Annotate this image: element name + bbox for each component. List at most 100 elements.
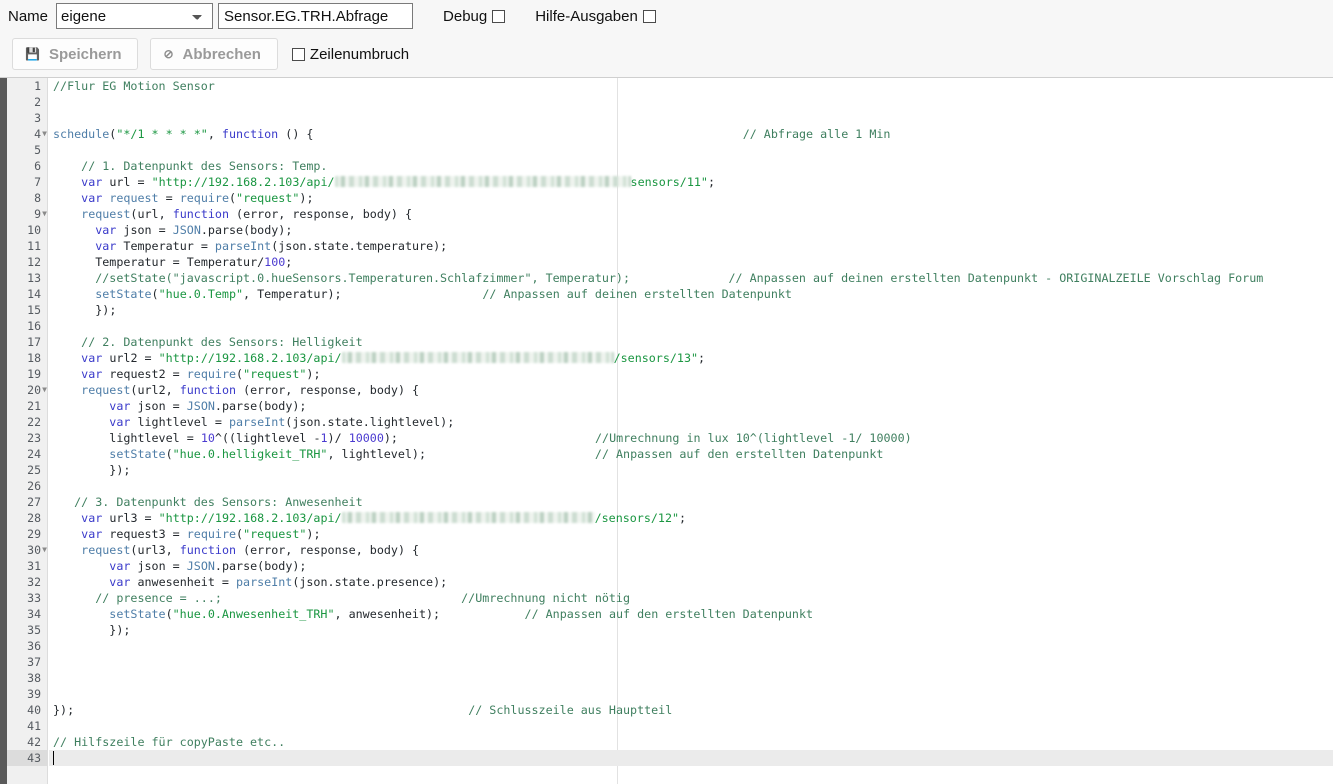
code-line[interactable]: 12 Temperatur = Temperatur/100; [0, 254, 1333, 270]
code-editor[interactable]: 1//Flur EG Motion Sensor 2 3 4 ▼ schedule("*/… [0, 78, 1333, 784]
code-line[interactable]: 14 setState("hue.0.Temp", Temperatur); /… [0, 286, 1333, 302]
code-line[interactable]: 4 ▼ schedule("*/1 * * * *", function () { … [0, 126, 1333, 142]
debug-label: Debug [443, 7, 488, 25]
line-number: 41 [27, 719, 41, 733]
code-line-text: Temperatur = Temperatur/100; [95, 255, 293, 269]
code-line[interactable]: 18 var url2 = "http://192.168.2.103/api/… [0, 350, 1333, 366]
code-line[interactable]: 24 setState("hue.0.helligkeit_TRH", ligh… [0, 446, 1333, 462]
line-number: 32 [27, 575, 41, 589]
wordwrap-checkbox[interactable] [291, 47, 305, 61]
line-number: 25 [27, 463, 41, 477]
code-line[interactable]: 41 [0, 718, 1333, 734]
code-line[interactable]: 21 var json = JSON.parse(body); [0, 398, 1333, 414]
code-line[interactable]: 13 //setState("javascript.0.hueSensors.T… [0, 270, 1333, 286]
save-button[interactable]: 💾 Speichern [12, 38, 139, 70]
code-line[interactable]: 42 // Hilfszeile für copyPaste etc.. [0, 734, 1333, 750]
editor-toolbar: Name eigene Debug Hilfe-Ausgaben 💾 Speic… [0, 0, 1333, 78]
code-line-text: var Temperatur = parseInt(json.state.tem… [95, 239, 448, 253]
line-number: 5 [34, 143, 41, 157]
code-line-text: var url3 = "http://192.168.2.103/api//se… [81, 511, 687, 525]
code-line[interactable]: 28 var url3 = "http://192.168.2.103/api/… [0, 510, 1333, 526]
line-number: 14 [27, 287, 41, 301]
code-line[interactable]: 15 }); [0, 302, 1333, 318]
debug-checkbox[interactable] [492, 9, 506, 23]
line-number: 40 [27, 703, 41, 717]
code-fold-toggle-icon[interactable]: ▼ [40, 126, 49, 142]
code-fold-toggle-icon[interactable]: ▼ [40, 206, 49, 222]
code-line[interactable]: 25 }); [0, 462, 1333, 478]
code-line[interactable]: 11 var Temperatur = parseInt(json.state.… [0, 238, 1333, 254]
redacted-api-key [341, 512, 595, 523]
code-line[interactable]: 26 [0, 478, 1333, 494]
code-line-text: lightlevel = 10^((lightlevel -1)/ 10000)… [109, 431, 912, 445]
code-line-text: var url = "http://192.168.2.103/api/sens… [81, 175, 715, 189]
code-line[interactable]: 39 [0, 686, 1333, 702]
code-line[interactable]: 1 //Flur EG Motion Sensor [0, 78, 1333, 94]
code-line[interactable]: 10 var json = JSON.parse(body); [0, 222, 1333, 238]
code-line-text: var json = JSON.parse(body); [109, 559, 307, 573]
line-number: 28 [27, 511, 41, 525]
help-output-checkbox[interactable] [642, 9, 656, 23]
line-number: 29 [27, 527, 41, 541]
line-number: 19 [27, 367, 41, 381]
code-line[interactable]: 2 [0, 94, 1333, 110]
code-line[interactable]: 34 setState("hue.0.Anwesenheit_TRH", anw… [0, 606, 1333, 622]
wordwrap-checkbox-group[interactable]: Zeilenumbruch [291, 46, 409, 63]
code-line[interactable]: 38 [0, 670, 1333, 686]
code-line[interactable]: 8 var request = require("request"); [0, 190, 1333, 206]
line-number: 34 [27, 607, 41, 621]
code-line[interactable]: 22 var lightlevel = parseInt(json.state.… [0, 414, 1333, 430]
code-line[interactable]: 37 [0, 654, 1333, 670]
code-line[interactable]: 9 ▼ request(url, function (error, respons… [0, 206, 1333, 222]
line-number: 26 [27, 479, 41, 493]
code-line-text: request(url3, function (error, response,… [81, 543, 420, 557]
code-line[interactable]: 40}); // Schlusszeile aus Hauptteil [0, 702, 1333, 718]
code-line-text: schedule("*/1 * * * *", function () { //… [53, 127, 891, 141]
line-number: 37 [27, 655, 41, 669]
code-line[interactable]: 6 // 1. Datenpunkt des Sensors: Temp. [0, 158, 1333, 174]
line-number: 38 [27, 671, 41, 685]
code-line[interactable]: 33 // presence = ...; //Umrechnung nicht… [0, 590, 1333, 606]
code-line-text: setState("hue.0.Anwesenheit_TRH", anwese… [109, 607, 814, 621]
code-line[interactable]: 7 var url = "http://192.168.2.103/api/se… [0, 174, 1333, 190]
debug-checkbox-group[interactable]: Debug [443, 7, 506, 25]
line-number: 17 [27, 335, 41, 349]
code-line[interactable]: 20 ▼ request(url2, function (error, respo… [0, 382, 1333, 398]
code-line[interactable]: 27 // 3. Datenpunkt des Sensors: Anwesen… [0, 494, 1333, 510]
code-line-text: var request2 = require("request"); [81, 367, 321, 381]
code-fold-toggle-icon[interactable]: ▼ [40, 382, 49, 398]
code-line[interactable]: 29 var request3 = require("request"); [0, 526, 1333, 542]
code-line[interactable]: 43 [0, 750, 1333, 766]
line-number: 2 [34, 95, 41, 109]
code-line[interactable]: 35 }); [0, 622, 1333, 638]
code-line-text: request(url, function (error, response, … [81, 207, 413, 221]
code-line[interactable]: 23 lightlevel = 10^((lightlevel -1)/ 100… [0, 430, 1333, 446]
line-number: 39 [27, 687, 41, 701]
code-line[interactable]: 3 [0, 110, 1333, 126]
code-line[interactable]: 5 [0, 142, 1333, 158]
text-cursor [53, 751, 54, 765]
help-output-checkbox-group[interactable]: Hilfe-Ausgaben [535, 8, 656, 25]
code-line[interactable]: 17 // 2. Datenpunkt des Sensors: Helligk… [0, 334, 1333, 350]
line-number: 10 [27, 223, 41, 237]
code-line[interactable]: 30 ▼ request(url3, function (error, respo… [0, 542, 1333, 558]
code-line[interactable]: 31 var json = JSON.parse(body); [0, 558, 1333, 574]
code-line[interactable]: 32 var anwesenheit = parseInt(json.state… [0, 574, 1333, 590]
code-content[interactable]: 1//Flur EG Motion Sensor 2 3 4 ▼ schedule("*/… [0, 78, 1333, 784]
code-line[interactable]: 36 [0, 638, 1333, 654]
script-type-select[interactable]: eigene [56, 3, 214, 29]
cancel-button[interactable]: ⊘ Abbrechen [150, 38, 278, 70]
cancel-button-label: Abbrechen [182, 45, 261, 63]
code-fold-toggle-icon[interactable]: ▼ [40, 542, 49, 558]
code-line[interactable]: 16 [0, 318, 1333, 334]
code-line-text: var anwesenheit = parseInt(json.state.pr… [109, 575, 448, 589]
code-line[interactable]: 19 var request2 = require("request"); [0, 366, 1333, 382]
script-name-input[interactable] [218, 3, 414, 29]
line-number: 1 [34, 79, 41, 93]
